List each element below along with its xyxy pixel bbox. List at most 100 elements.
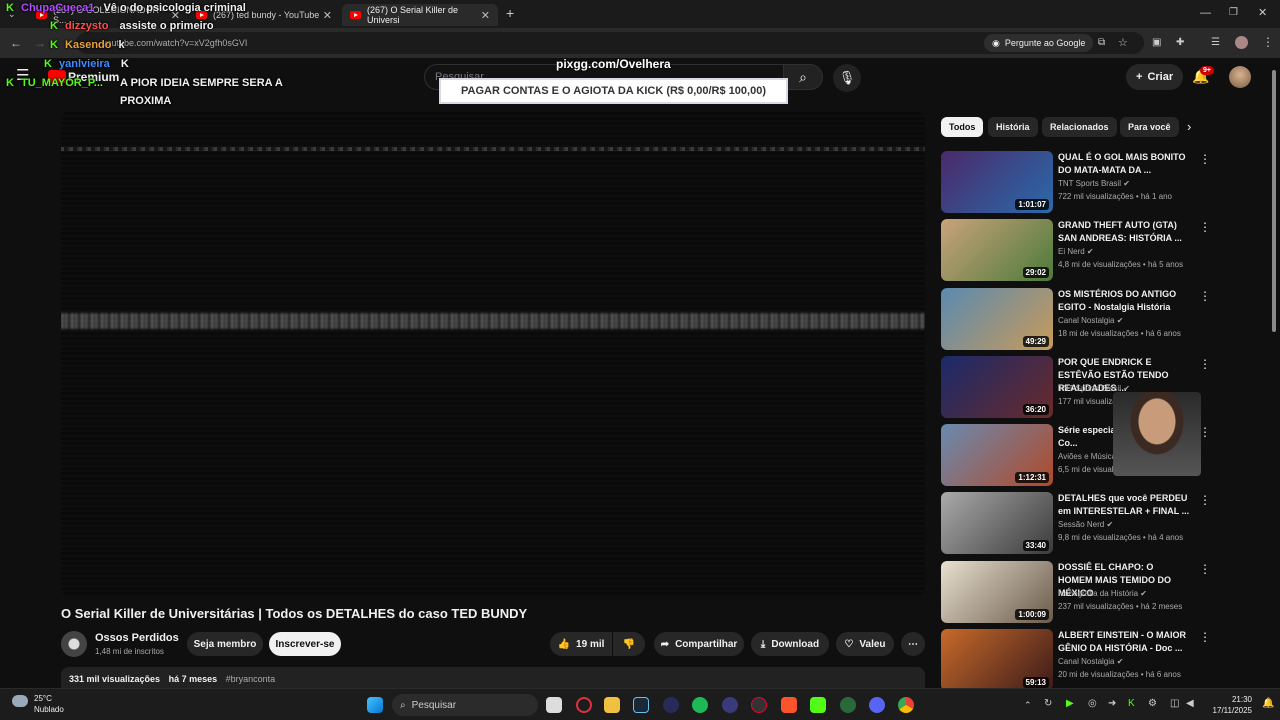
brave-icon[interactable] — [781, 697, 797, 713]
channel-name[interactable]: Ossos Perdidos — [95, 632, 179, 644]
chip-historia[interactable]: História — [988, 117, 1038, 137]
notifications-icon[interactable]: 🔔 — [1262, 697, 1274, 711]
tray-kick-icon[interactable]: K — [1128, 697, 1135, 711]
system-clock[interactable]: 21:30 17/11/2025 — [1208, 694, 1252, 716]
tab-search-icon[interactable]: ▣ — [1152, 36, 1161, 50]
recommendation-item[interactable]: 59:13 ALBERT EINSTEIN - O MAIOR GÊNIO DA … — [941, 629, 1211, 691]
address-bar[interactable]: youtube.com/watch?v=xV2gfh0sGVI ◉ Pergun… — [76, 32, 1144, 54]
ask-google-button[interactable]: ◉ Pergunte ao Google — [984, 34, 1094, 52]
browser-tab-3[interactable]: (267) O Serial Killer de Universi ✕ — [342, 4, 498, 26]
subscribe-button[interactable]: Inscrever-se — [269, 632, 341, 656]
chip-relacionados[interactable]: Relacionados — [1042, 117, 1117, 137]
chrome-icon[interactable] — [898, 697, 914, 713]
chip-para-voce[interactable]: Para você — [1120, 117, 1179, 137]
reading-list-icon[interactable]: ☰ — [1211, 36, 1220, 50]
more-options-icon[interactable]: ⋮ — [1199, 562, 1211, 576]
create-button[interactable]: + Criar — [1126, 64, 1184, 90]
more-options-icon[interactable]: ⋮ — [1199, 357, 1211, 371]
download-app-icon[interactable] — [840, 697, 856, 713]
wifi-icon[interactable]: ◫ — [1170, 697, 1179, 711]
recommendation-item[interactable]: 1:00:09 DOSSIÊ EL CHAPO: O HOMEM MAIS TEM… — [941, 561, 1211, 623]
recommendation-thumbnail[interactable]: 1:12:31 — [941, 424, 1053, 486]
account-avatar[interactable] — [1229, 66, 1251, 88]
volume-icon[interactable]: ◀ — [1186, 697, 1194, 711]
kick-app-icon[interactable] — [810, 697, 826, 713]
join-button[interactable]: Seja membro — [187, 632, 263, 656]
close-tab-icon[interactable]: ✕ — [481, 9, 490, 22]
thanks-button[interactable]: ♡ Valeu — [836, 632, 894, 656]
minimize-icon[interactable]: — — [1200, 6, 1211, 20]
recommendation-thumbnail[interactable]: 29:02 — [941, 219, 1053, 281]
recommendation-item[interactable]: 29:02 GRAND THEFT AUTO (GTA) SAN ANDREAS:… — [941, 219, 1211, 281]
app-record-icon[interactable] — [751, 697, 767, 713]
app-icon[interactable] — [663, 697, 679, 713]
close-tab-icon[interactable]: ✕ — [323, 9, 332, 22]
recommendation-title[interactable]: ALBERT EINSTEIN - O MAIOR GÊNIO DA HISTÓ… — [1058, 629, 1190, 655]
task-view-icon[interactable] — [546, 697, 562, 713]
recommendation-item[interactable]: 33:40 DETALHES que você PERDEU em INTERES… — [941, 492, 1211, 554]
recommendation-channel[interactable]: Sessão Nerd ✔ — [1058, 520, 1113, 529]
menu-dots-icon[interactable]: ⋮ — [1262, 35, 1274, 49]
recommendation-channel[interactable]: Ei Nerd ✔ — [1058, 247, 1094, 256]
more-options-icon[interactable]: ⋮ — [1199, 630, 1211, 644]
recommendation-thumbnail[interactable]: 1:01:07 — [941, 151, 1053, 213]
opera-icon[interactable] — [576, 697, 592, 713]
back-icon[interactable]: ← — [10, 36, 22, 50]
recommendation-channel[interactable]: TNT Sports Brasil ✔ — [1058, 179, 1130, 188]
weather-widget[interactable]: 25°C Nublado — [34, 693, 64, 715]
share-button[interactable]: ➦ Compartilhar — [654, 632, 744, 656]
recommendation-title[interactable]: QUAL É O GOL MAIS BONITO DO MATA-MATA DA… — [1058, 151, 1190, 177]
extensions-icon[interactable]: ✚ — [1176, 36, 1184, 50]
recommendation-thumbnail[interactable]: 59:13 — [941, 629, 1053, 691]
file-explorer-icon[interactable] — [604, 697, 620, 713]
tray-vpn-icon[interactable]: ◎ — [1088, 697, 1097, 711]
dislike-button[interactable]: 👎 — [613, 632, 645, 656]
recommendation-channel[interactable]: Canal Nostalgia ✔ — [1058, 657, 1123, 666]
video-player[interactable] — [61, 111, 925, 597]
discord-icon[interactable] — [869, 697, 885, 713]
scrollbar-thumb[interactable] — [1272, 70, 1276, 332]
more-actions-button[interactable]: ⋯ — [901, 632, 925, 656]
recommendation-thumbnail[interactable]: 49:29 — [941, 288, 1053, 350]
new-tab-icon[interactable]: + — [506, 6, 514, 20]
more-options-icon[interactable]: ⋮ — [1199, 493, 1211, 507]
more-options-icon[interactable]: ⋮ — [1199, 289, 1211, 303]
recommendation-channel[interactable]: Iconografia da História ✔ — [1058, 589, 1147, 598]
recommendation-item[interactable]: 1:01:07 QUAL É O GOL MAIS BONITO DO MATA-… — [941, 151, 1211, 213]
page-scrollbar[interactable] — [1270, 62, 1278, 686]
tray-settings-icon[interactable]: ⚙ — [1148, 697, 1157, 711]
more-options-icon[interactable]: ⋮ — [1199, 152, 1211, 166]
maximize-icon[interactable]: ❐ — [1229, 6, 1238, 20]
chips-next-chevron-icon[interactable]: › — [1187, 120, 1191, 134]
tray-bluetooth-icon[interactable]: ➜ — [1108, 697, 1116, 711]
spotify-icon[interactable] — [692, 697, 708, 713]
install-app-icon[interactable]: ⧉ — [1098, 36, 1105, 50]
more-options-icon[interactable]: ⋮ — [1199, 220, 1211, 234]
recommendation-thumbnail[interactable]: 36:20 — [941, 356, 1053, 418]
like-button[interactable]: 👍 19 mil — [550, 632, 612, 656]
tray-chevron-icon[interactable]: ⌃ — [1024, 698, 1032, 712]
windows-start-icon[interactable] — [367, 697, 383, 713]
steam-icon[interactable] — [633, 697, 649, 713]
chip-todos[interactable]: Todos — [941, 117, 984, 137]
download-button[interactable]: ⤓ Download — [751, 632, 829, 656]
voice-search-button[interactable]: 🎙 — [833, 64, 861, 92]
recommendation-title[interactable]: OS MISTÉRIOS DO ANTIGO EGITO - Nostalgia… — [1058, 288, 1190, 314]
hashtag-link[interactable]: #bryanconta — [226, 674, 276, 684]
search-button[interactable]: ⌕ — [783, 64, 823, 90]
recommendation-channel[interactable]: Canal Nostalgia ✔ — [1058, 316, 1123, 325]
profile-avatar[interactable] — [1235, 36, 1248, 49]
close-window-icon[interactable]: ✕ — [1258, 6, 1267, 20]
recommendation-item[interactable]: 49:29 OS MISTÉRIOS DO ANTIGO EGITO - Nost… — [941, 288, 1211, 350]
recommendation-thumbnail[interactable]: 1:00:09 — [941, 561, 1053, 623]
bookmark-star-icon[interactable]: ☆ — [1118, 36, 1128, 50]
tray-app-icon[interactable]: ↻ — [1044, 697, 1052, 711]
tray-play-icon[interactable]: ▶ — [1066, 697, 1074, 711]
channel-avatar[interactable] — [61, 631, 87, 657]
app-arrow-icon[interactable] — [722, 697, 738, 713]
recommendation-thumbnail[interactable]: 33:40 — [941, 492, 1053, 554]
taskbar-search[interactable]: ⌕ Pesquisar — [392, 694, 538, 716]
recommendation-title[interactable]: DETALHES que você PERDEU em INTERESTELAR… — [1058, 492, 1190, 518]
forward-icon[interactable]: → — [34, 36, 46, 50]
recommendation-title[interactable]: GRAND THEFT AUTO (GTA) SAN ANDREAS: HIST… — [1058, 219, 1190, 245]
